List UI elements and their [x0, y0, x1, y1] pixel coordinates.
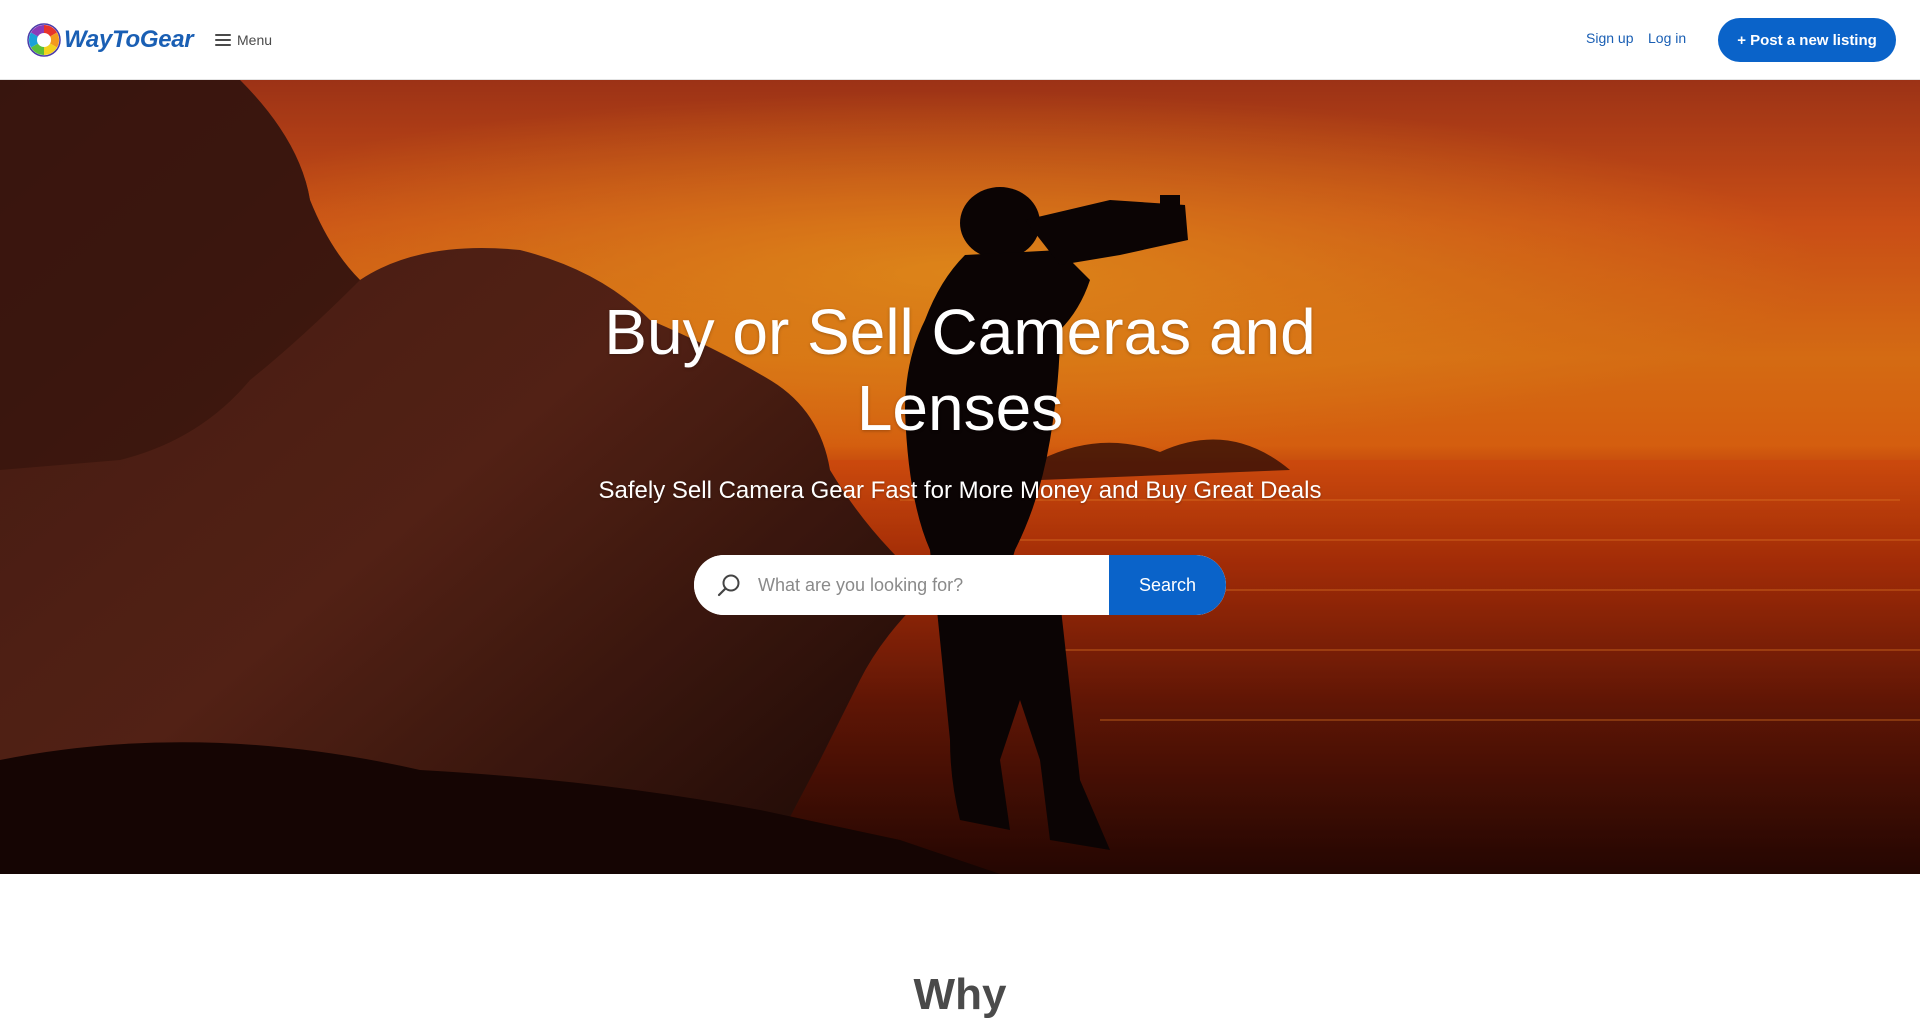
hero-title: Buy or Sell Cameras and Lenses: [604, 296, 1316, 444]
search-input[interactable]: [758, 574, 1109, 596]
hamburger-menu-icon: [215, 34, 231, 46]
brand-name: WayToGear: [64, 26, 194, 53]
search-icon: [717, 574, 740, 597]
color-wheel-aperture-icon: [27, 23, 61, 57]
search-button[interactable]: Search: [1109, 555, 1226, 615]
hero-banner: Buy or Sell Cameras and Lenses Safely Se…: [0, 80, 1920, 874]
search-form: Search: [694, 555, 1226, 615]
brand-logo-link[interactable]: WayToGear: [27, 22, 194, 58]
hero-subtitle: Safely Sell Camera Gear Fast for More Mo…: [598, 477, 1322, 504]
signup-link[interactable]: Sign up: [1586, 30, 1633, 46]
login-link[interactable]: Log in: [1648, 30, 1686, 46]
post-new-listing-button[interactable]: + Post a new listing: [1718, 18, 1896, 62]
menu-button[interactable]: Menu: [215, 28, 272, 52]
why-section-heading: Why: [913, 970, 1007, 1019]
top-navigation-bar: WayToGear Menu Sign up Log in + Post a n…: [0, 0, 1920, 80]
search-field: [694, 555, 1109, 615]
menu-label: Menu: [237, 32, 273, 48]
